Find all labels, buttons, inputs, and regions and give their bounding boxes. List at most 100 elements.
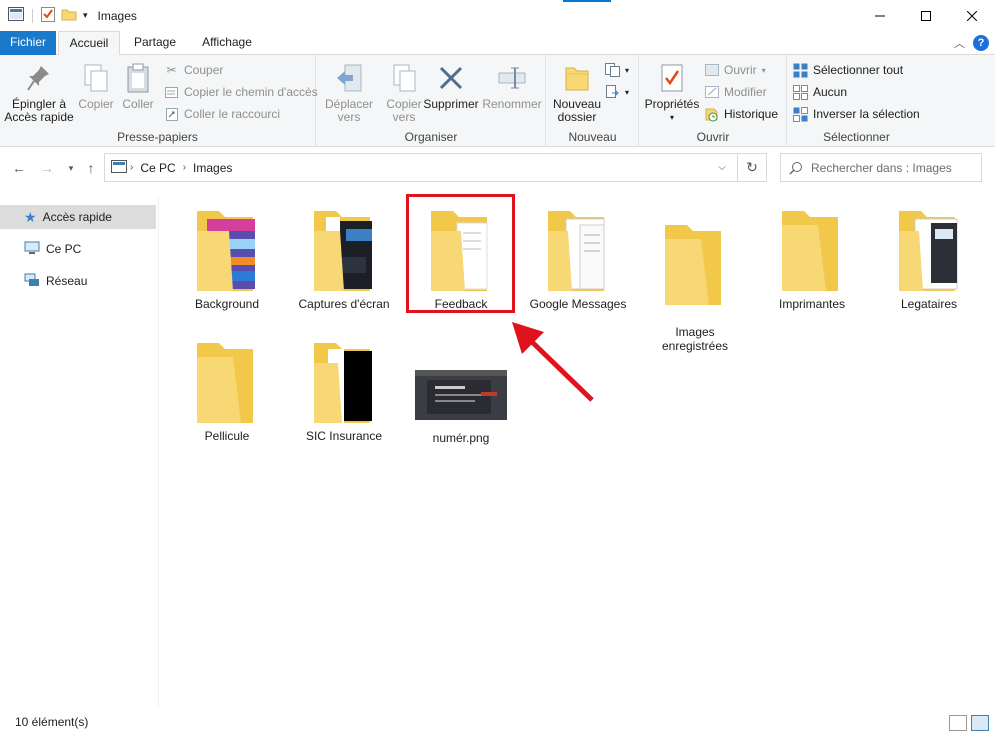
scissors-icon: ✂ — [166, 63, 177, 77]
new-folder-icon — [561, 61, 593, 95]
invert-selection-icon — [793, 106, 808, 122]
group-clipboard: Épingler à Accès rapide Copier Coller ✂ … — [0, 55, 318, 147]
group-label-select: Sélectionner — [823, 130, 890, 144]
navigation-pane: ★ Accès rapide Ce PC Réseau — [0, 197, 159, 707]
breadcrumb-this-pc[interactable]: Ce PC — [140, 161, 175, 175]
minimize-button[interactable] — [857, 0, 903, 31]
group-select: Sélectionner tout Aucun Inverser la séle… — [788, 55, 925, 147]
highlight-box — [406, 194, 515, 313]
folder-icon — [645, 219, 745, 307]
rename-button[interactable]: Renommer — [481, 61, 543, 111]
easy-access-button[interactable]: ▾ — [605, 82, 629, 102]
search-box[interactable]: Rechercher dans : Images — [780, 153, 982, 182]
edit-button[interactable]: Modifier — [704, 82, 767, 102]
nav-item-quick-access[interactable]: ★ Accès rapide — [0, 205, 156, 229]
group-label-organize: Organiser — [404, 130, 458, 144]
ribbon: Épingler à Accès rapide Copier Coller ✂ … — [0, 55, 995, 147]
customize-quick-access-icon[interactable]: ▾ — [83, 10, 88, 21]
easy-access-icon — [605, 85, 620, 100]
group-label-clipboard: Presse-papiers — [117, 130, 198, 144]
edit-icon — [704, 85, 719, 100]
details-view-icon[interactable] — [949, 715, 967, 731]
clipboard-icon — [122, 61, 154, 95]
paste-shortcut-button[interactable]: Coller le raccourci — [164, 104, 280, 124]
tab-share[interactable]: Partage — [124, 31, 186, 55]
group-organize: Déplacer vers Copier vers Supprimer Reno… — [317, 55, 546, 147]
move-to-button[interactable]: Déplacer vers — [321, 61, 377, 124]
properties-button[interactable]: Propriétés ▾ — [642, 61, 702, 124]
title-bar: ▾ Images — [0, 0, 995, 31]
properties-quick-icon[interactable] — [41, 6, 55, 25]
forward-arrow-icon[interactable]: → — [38, 159, 56, 177]
breadcrumb-chevron-icon[interactable]: › — [130, 162, 133, 173]
folder-icon — [762, 205, 862, 293]
folder-item-screenshots[interactable]: Captures d'écran — [294, 205, 394, 311]
rename-icon — [496, 61, 528, 95]
new-item-button[interactable]: ▾ — [605, 60, 629, 80]
paste-button[interactable]: Coller — [118, 61, 158, 111]
folder-item-legataires[interactable]: Legataires — [879, 205, 979, 311]
up-arrow-icon[interactable]: ↑ — [82, 159, 100, 177]
breadcrumb-images[interactable]: Images — [193, 161, 232, 175]
collapse-ribbon-icon[interactable]: ︿ — [954, 35, 965, 51]
open-button[interactable]: Ouvrir ▾ — [704, 60, 766, 80]
maximize-button[interactable] — [903, 0, 949, 31]
select-all-icon — [793, 63, 808, 78]
invert-selection-button[interactable]: Inverser la sélection — [793, 104, 920, 124]
file-list: Background Captures d'écran Feedback Goo… — [160, 189, 995, 707]
select-none-icon — [793, 84, 808, 100]
folder-black-icon — [294, 337, 394, 425]
back-arrow-icon[interactable]: ← — [10, 159, 28, 177]
select-none-button[interactable]: Aucun — [793, 82, 847, 102]
folder-icon — [177, 337, 277, 425]
quick-access-toolbar: ▾ — [0, 0, 88, 31]
help-icon[interactable]: ? — [973, 35, 989, 51]
copy-button[interactable]: Copier — [76, 61, 116, 111]
new-folder-quick-icon[interactable] — [61, 7, 77, 24]
new-folder-button[interactable]: Nouveau dossier — [549, 61, 605, 124]
group-open: Propriétés ▾ Ouvrir ▾ Modifier Historiqu… — [640, 55, 787, 147]
copy-to-icon — [388, 61, 420, 95]
folder-dark-icon — [294, 205, 394, 293]
computer-icon — [24, 241, 40, 258]
group-new: Nouveau dossier ▾ ▾ Nouveau — [547, 55, 639, 147]
image-thumbnail-icon — [411, 337, 511, 427]
folder-item-background[interactable]: Background — [177, 205, 277, 311]
refresh-icon[interactable]: ↻ — [737, 154, 766, 181]
explorer-window-icon[interactable] — [8, 7, 24, 24]
folder-item-printers[interactable]: Imprimantes — [762, 205, 862, 311]
file-item-numer-png[interactable]: numér.png — [411, 337, 511, 445]
history-button[interactable]: Historique — [704, 104, 778, 124]
select-all-button[interactable]: Sélectionner tout — [793, 60, 903, 80]
pin-quick-access-button[interactable]: Épingler à Accès rapide — [4, 61, 74, 124]
delete-x-icon — [435, 61, 467, 95]
close-button[interactable] — [949, 0, 995, 31]
copy-path-icon — [164, 85, 179, 100]
pin-icon — [23, 61, 55, 95]
address-dropdown-icon[interactable]: ⌵ — [712, 154, 732, 181]
recent-locations-icon[interactable]: ▾ — [62, 159, 80, 177]
item-count: 10 élément(s) — [15, 715, 89, 729]
folder-item-camera-roll[interactable]: Pellicule — [177, 337, 277, 443]
tab-home[interactable]: Accueil — [58, 31, 120, 56]
folder-images-icon — [177, 205, 277, 293]
copy-icon — [80, 61, 112, 95]
folder-doc-icon — [528, 205, 628, 293]
copy-path-button[interactable]: Copier le chemin d'accès — [164, 82, 318, 102]
cut-button[interactable]: ✂ Couper — [164, 60, 223, 80]
folder-item-saved-pictures[interactable]: Images enregistrées — [645, 205, 745, 367]
tab-file[interactable]: Fichier — [0, 31, 56, 55]
breadcrumb-chevron-icon[interactable]: › — [183, 162, 186, 173]
nav-item-this-pc[interactable]: Ce PC — [0, 237, 156, 261]
large-icons-view-icon[interactable] — [971, 715, 989, 731]
tab-view[interactable]: Affichage — [192, 31, 262, 55]
status-bar: 10 élément(s) — [0, 707, 995, 737]
folder-screens-icon — [879, 205, 979, 293]
open-icon — [704, 63, 719, 78]
folder-item-sic-insurance[interactable]: SIC Insurance — [294, 337, 394, 443]
address-bar[interactable]: › Ce PC › Images ⌵ ↻ — [104, 153, 767, 182]
nav-item-network[interactable]: Réseau — [0, 269, 156, 293]
delete-button[interactable]: Supprimer — [421, 61, 481, 111]
folder-item-google-messages[interactable]: Google Messages — [528, 205, 628, 311]
paste-shortcut-icon — [164, 107, 179, 122]
